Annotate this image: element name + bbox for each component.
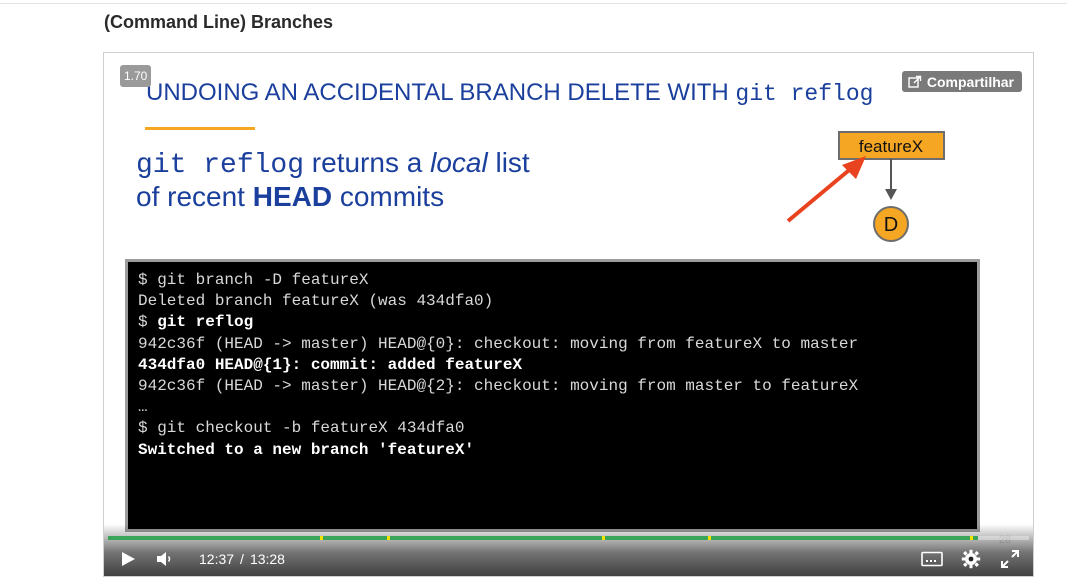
- play-icon: [122, 552, 135, 566]
- branch-label-box: [838, 131, 945, 160]
- video-player[interactable]: UNDOING AN ACCIDENTAL BRANCH DELETE WITH…: [103, 52, 1034, 577]
- slide-heading-code: git reflog: [735, 81, 874, 107]
- commit-node: [873, 206, 909, 242]
- terminal-line-highlight: 434dfa0 HEAD@{1}: commit: added featureX: [138, 355, 523, 374]
- progress-fill: [108, 536, 978, 540]
- chapter-marker[interactable]: [970, 536, 973, 540]
- branch-pointer-arrowhead: [885, 189, 897, 200]
- volume-icon: [157, 552, 171, 566]
- terminal-reflog-command: git reflog: [157, 313, 254, 332]
- terminal-line: $ git checkout -b featureX 434dfa0: [138, 419, 465, 438]
- slide-subtitle-line1: git reflog returns a local list: [136, 147, 530, 181]
- player-controls-bar: 12:37 / 13:28: [104, 524, 1033, 576]
- captions-icon: [921, 551, 943, 567]
- time-display: 12:37 / 13:28: [199, 548, 285, 570]
- terminal-line: Deleted branch featureX (was 434dfa0): [138, 292, 494, 311]
- terminal-prompt: $: [138, 313, 158, 332]
- subtitle-text-a: returns a: [304, 147, 431, 178]
- chapter-marker[interactable]: [320, 536, 323, 540]
- volume-button[interactable]: [156, 548, 174, 570]
- slide-subtitle-line2: of recent HEAD commits: [136, 181, 444, 213]
- terminal-window: $ git branch -D featureX Deleted branch f…: [125, 259, 980, 532]
- chapter-marker[interactable]: [708, 536, 711, 540]
- terminal-line-result: Switched to a new branch 'featureX': [138, 440, 475, 459]
- subtitle-emphasis: local: [430, 147, 488, 178]
- current-time: 12:37: [199, 551, 235, 567]
- branch-label-text: featureX: [859, 137, 923, 156]
- progress-bar[interactable]: [108, 536, 1029, 540]
- fullscreen-button[interactable]: [1001, 548, 1019, 570]
- subtitle2-strong: HEAD: [252, 181, 333, 212]
- top-divider: [0, 0, 1067, 4]
- fullscreen-icon: [1001, 550, 1019, 568]
- share-icon: [908, 75, 922, 88]
- terminal-line: $ git branch -D featureX: [138, 271, 369, 289]
- subtitle2-text-b: commits: [332, 181, 445, 212]
- terminal-line: 942c36f (HEAD -> master) HEAD@{2}: check…: [138, 377, 859, 396]
- chapter-marker[interactable]: [387, 536, 390, 540]
- play-button[interactable]: [120, 548, 136, 570]
- captions-button[interactable]: [921, 548, 943, 570]
- duration: 13:28: [249, 551, 285, 567]
- terminal-line: 942c36f (HEAD -> master) HEAD@{0}: check…: [138, 334, 859, 353]
- page-title: (Command Line) Branches: [104, 12, 334, 32]
- callout-arrow-line: [786, 164, 856, 223]
- slide-heading-text: UNDOING AN ACCIDENTAL BRANCH DELETE WITH: [146, 79, 736, 106]
- gear-icon: [961, 549, 981, 569]
- heading-underline: [145, 127, 255, 130]
- terminal-line: …: [138, 398, 148, 417]
- slide-heading: UNDOING AN ACCIDENTAL BRANCH DELETE WITH…: [146, 79, 873, 107]
- time-separator: /: [240, 551, 244, 567]
- terminal-line: $ git reflog: [138, 312, 858, 333]
- terminal-output: $ git branch -D featureX Deleted branch f…: [138, 270, 858, 461]
- settings-button[interactable]: [961, 548, 981, 570]
- share-label: Compartilhar: [926, 73, 1014, 90]
- playback-speed-badge[interactable]: 1.70: [120, 65, 152, 87]
- share-button[interactable]: Compartilhar: [901, 71, 1022, 92]
- subtitle2-text-a: of recent: [136, 181, 253, 212]
- commit-label: D: [884, 214, 898, 236]
- callout-arrowhead: [842, 156, 866, 179]
- chapter-marker[interactable]: [602, 536, 605, 540]
- subtitle-code: git reflog: [136, 150, 305, 181]
- subtitle-text-b: list: [487, 147, 530, 178]
